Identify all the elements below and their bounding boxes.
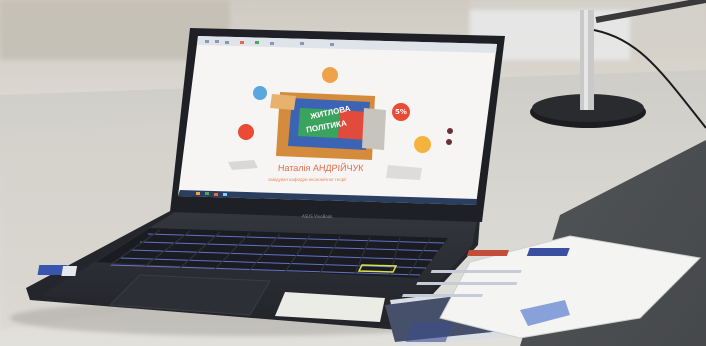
slide-bubble: [238, 124, 254, 140]
slide-bubble: [253, 86, 267, 100]
slide-bubble: [322, 67, 338, 83]
laptop-brand: ASUS VivoBook: [302, 214, 333, 219]
speaker-role: завідувач кафедри економічної теорії: [268, 177, 347, 182]
speaker-name: Наталія АНДРІЙЧУК: [277, 163, 364, 173]
photo-scene: Наталія АНДРІЙЧУК завідувач кафедри екон…: [0, 0, 706, 346]
scene-svg: [0, 0, 706, 346]
slide-bubble-5-percent: 5%: [392, 103, 410, 121]
slide-nav-dot[interactable]: [446, 139, 452, 145]
slide-nav-dot[interactable]: [447, 128, 453, 134]
slide-bubble: [414, 136, 431, 153]
